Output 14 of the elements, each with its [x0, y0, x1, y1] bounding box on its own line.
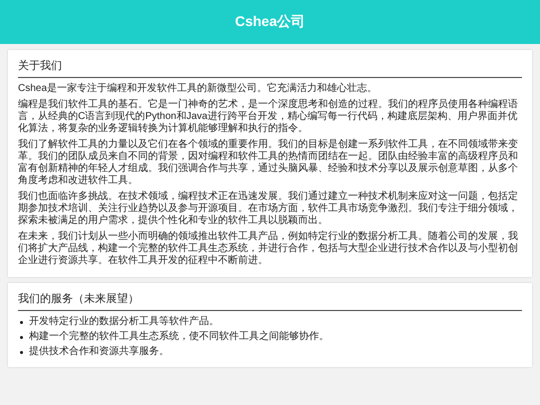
section-heading: 关于我们 [18, 58, 62, 73]
section-heading: 我们的服务（未来展望） [18, 292, 139, 306]
site-title: Cshea公司 [234, 13, 306, 31]
paragraph: Cshea是一家专注于编程和开发软件工具的新微型公司。它充满活力和雄心壮志。 [18, 83, 378, 95]
list-item: 构建一个完整的软件工具生态系统，使不同软件工具之间能够协作。 [29, 331, 329, 343]
paragraph: 我们了解软件工具的力量以及它们在各个领域的重要作用。我们的目标是创建一系列软件工具，在不同领域带来变革。我们的团队成员来自不同的背景，因对编程和软件工具的热情而团结在一起。团队由经验丰富的高级程序员和富有创新精神的年轻人才组成。我们强调合作与共享，通过头脑风暴、经验和技术分享以及展示创意草图，从多个角度考虑和改进软件工具。 [18, 139, 519, 187]
list-item: 开发特定行业的数据分析工具等软件产品。 [29, 316, 219, 328]
bullet-icon [20, 320, 23, 324]
paragraph: 我们也面临许多挑战。在技术领域，编程技术正在迅速发展。我们通过建立一种技术机制来应对这一问题，包括定期参加技术培训、关注行业趋势以及参与开源项目。在市场方面，软件工具市场竞争激烈。我们专注于细分领域，探索未被满足的用户需求，提供个性化和专业的软件工具以脱颖而出。 [18, 191, 519, 227]
bullet-icon [20, 350, 23, 354]
list-item: 提供技术合作和资源共享服务。 [29, 346, 169, 358]
paragraph: 编程是我们软件工具的基石。它是一门神奇的艺术，是一个深度思考和创造的过程。我们的程序员使用各种编程语言，从经典的C语言到现代的Python和Java进行跨平台开发，精心编写每一行代码，构建底层架构、用户界面并优化算法，将复杂的业务逻辑转换为计算机能够理解和执行的指令。 [18, 99, 519, 135]
bullet-icon [20, 336, 23, 338]
paragraph: 在未来，我们计划从一些小而明确的领域推出软件工具产品，例如特定行业的数据分析工具。随着公司的发展，我们将扩大产品线，构建一个完整的软件工具生态系统，并进行合作，包括与大型企业进行技术合作以及与小型初创企业进行资源共享。在软件工具开发的征程中不断前进。 [18, 231, 519, 267]
